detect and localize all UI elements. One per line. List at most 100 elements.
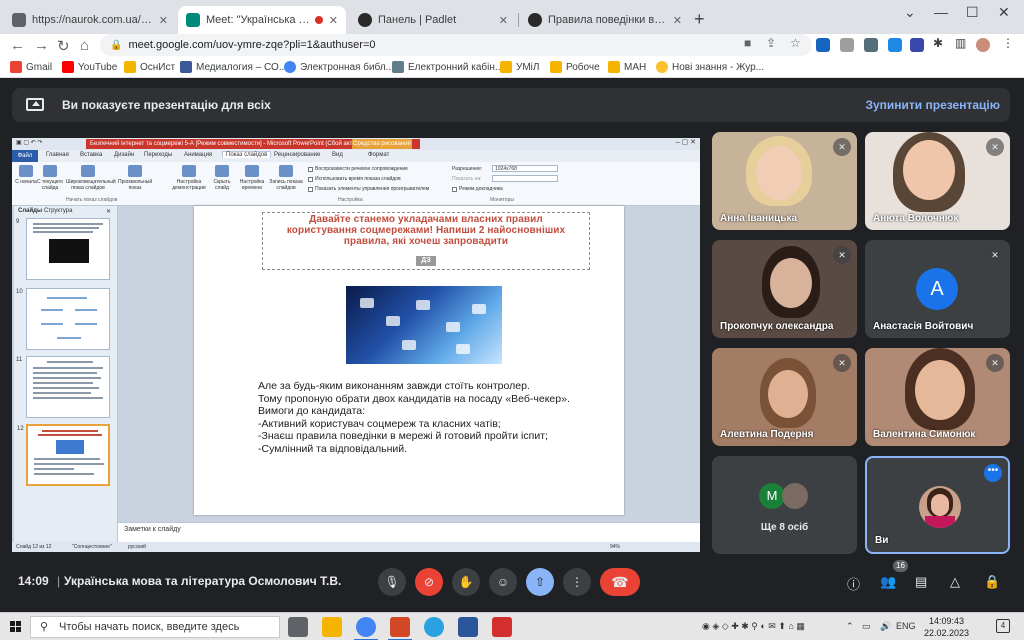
bookmark-novi-znannya[interactable]: Нові знання - Жур... bbox=[656, 61, 764, 73]
participant-tile[interactable]: ✕ Анюта Волочнюк bbox=[865, 132, 1010, 230]
tab-meet[interactable]: Meet: "Українська мова та л ✕ bbox=[178, 6, 346, 34]
more-options-button[interactable]: ⋮ bbox=[563, 568, 591, 596]
stop-presenting-button[interactable]: Зупинити презентацію bbox=[865, 98, 1000, 112]
more-participants-tile[interactable]: M Ще 8 осіб bbox=[712, 456, 857, 554]
close-icon[interactable]: ✕ bbox=[499, 14, 508, 27]
bookmarks-bar: Gmail YouTube ОснИст Медиалогия – СО... … bbox=[0, 58, 1024, 78]
close-icon[interactable]: ✕ bbox=[159, 14, 168, 27]
participant-name: Прокопчук олександра bbox=[720, 321, 834, 332]
more-options-icon[interactable]: ••• bbox=[984, 464, 1002, 482]
extension-icon[interactable] bbox=[910, 38, 924, 52]
powerpoint-icon[interactable] bbox=[388, 617, 412, 640]
social-media-image bbox=[346, 286, 502, 364]
tray-icons[interactable]: ◉ ◈ ◇ ✚ ✱ ⚲ ◐ ✉ ⬆ ⌂ ▦ bbox=[702, 621, 805, 632]
raise-hand-button[interactable]: ✋ bbox=[452, 568, 480, 596]
microphone-button[interactable]: 🎙 bbox=[378, 568, 406, 596]
tab-padlet[interactable]: Панель | Padlet ✕ bbox=[350, 6, 516, 34]
chat-icon[interactable]: ▤ bbox=[915, 574, 927, 590]
leave-call-button[interactable]: ☎ bbox=[600, 568, 640, 596]
browser-tab-strip: https://naurok.com.ua/test/realti ✕ Meet… bbox=[0, 0, 1024, 34]
microphone-icon: 🎙 bbox=[384, 575, 400, 589]
extension-icon[interactable] bbox=[840, 38, 854, 52]
ppt-tab-home: Главная bbox=[46, 152, 69, 158]
reload-icon[interactable]: ↻ bbox=[57, 37, 70, 55]
acrobat-icon[interactable] bbox=[492, 617, 512, 637]
meeting-info-icon[interactable]: ⓘ bbox=[847, 574, 860, 593]
maximize-icon[interactable]: ☐ bbox=[966, 4, 979, 21]
puzzle-icon[interactable]: ✱ bbox=[933, 36, 943, 50]
back-icon[interactable]: ← bbox=[10, 37, 25, 54]
chevron-down-icon[interactable]: ⌄ bbox=[904, 4, 916, 21]
youtube-icon bbox=[62, 61, 74, 73]
chevron-up-icon[interactable]: ⌃ bbox=[846, 621, 854, 632]
ppt-slide: Давайте станемо укладачами власних прави… bbox=[194, 206, 624, 515]
participant-tile[interactable]: ✕ Анна Іваницька bbox=[712, 132, 857, 230]
ppt-group-start: Начать показ слайдов bbox=[66, 197, 118, 203]
padlet-icon bbox=[358, 13, 372, 27]
slide-body-text: Але за будь-яким виконанням завжди стоїт… bbox=[258, 380, 570, 455]
ppt-tab-transitions: Переходы bbox=[144, 152, 173, 158]
self-tile[interactable]: ••• Ви bbox=[865, 456, 1010, 554]
share-icon[interactable]: ⇪ bbox=[766, 36, 776, 50]
bookmark-roboche[interactable]: Робоче bbox=[550, 61, 600, 73]
bookmark-library[interactable]: Электронная библ... bbox=[284, 61, 394, 73]
ppt-setup-button: Настройка демонстрации bbox=[172, 165, 206, 191]
close-icon[interactable]: ✕ bbox=[329, 14, 338, 27]
ppt-controls-checkbox: Показать элементы управления проигрывате… bbox=[308, 186, 429, 192]
url-text: meet.google.com/uov-ymre-zqe?pli=1&authu… bbox=[128, 39, 376, 51]
bookmark-osnist[interactable]: ОснИст bbox=[124, 61, 175, 73]
participant-tile[interactable]: ✕ Валентина Симонюк bbox=[865, 348, 1010, 446]
participant-tile[interactable]: A ✕ Анастасія Войтович bbox=[865, 240, 1010, 338]
notifications-icon[interactable]: 4 bbox=[996, 619, 1010, 633]
bookmark-umil[interactable]: УМіЛ bbox=[500, 61, 539, 73]
taskbar-clock[interactable]: 14:09:43 22.02.2023 bbox=[924, 615, 969, 639]
extension-icon[interactable] bbox=[888, 38, 902, 52]
ppt-slide-thumbnail: 9 bbox=[16, 218, 110, 280]
forward-icon[interactable]: → bbox=[34, 37, 49, 54]
chrome-icon bbox=[284, 61, 296, 73]
ppt-slide-thumbnail-selected: 12 bbox=[17, 424, 110, 486]
bookmark-man[interactable]: МАН bbox=[608, 61, 646, 73]
host-controls-icon[interactable]: 🔒 bbox=[984, 574, 1000, 590]
avatar[interactable] bbox=[976, 38, 990, 52]
tab-naurok[interactable]: https://naurok.com.ua/test/realti ✕ bbox=[4, 6, 176, 34]
task-view-icon[interactable] bbox=[288, 617, 308, 637]
menu-dots-icon[interactable]: ⋮ bbox=[1002, 36, 1014, 50]
file-explorer-icon[interactable] bbox=[322, 617, 342, 637]
extension-icon[interactable] bbox=[816, 38, 830, 52]
camera-icon[interactable]: ■ bbox=[744, 36, 751, 50]
reactions-button[interactable]: ☺ bbox=[489, 568, 517, 596]
bookmark-medialogia[interactable]: Медиалогия – СО... bbox=[180, 61, 287, 73]
camera-off-button[interactable]: ⊘ bbox=[415, 568, 443, 596]
network-icon[interactable]: ▭ bbox=[862, 621, 871, 632]
minimize-icon[interactable]: — bbox=[934, 4, 948, 20]
present-screen-button[interactable]: ⇧ bbox=[526, 568, 554, 596]
windows-start-icon[interactable] bbox=[10, 621, 22, 633]
people-icon[interactable]: 👥 bbox=[880, 574, 896, 590]
close-icon[interactable]: ✕ bbox=[673, 14, 682, 27]
volume-icon[interactable]: 🔊 bbox=[880, 621, 891, 632]
close-window-icon[interactable]: ✕ bbox=[998, 4, 1010, 21]
word-icon[interactable] bbox=[458, 617, 478, 637]
tab-rules[interactable]: Правила поведінки в мережі уч ✕ bbox=[520, 6, 690, 34]
extension-icon[interactable] bbox=[864, 38, 878, 52]
slide-title: Давайте станемо укладачами власних прави… bbox=[286, 214, 566, 247]
bookmark-gmail[interactable]: Gmail bbox=[10, 61, 52, 73]
language-indicator[interactable]: ENG bbox=[896, 621, 916, 631]
activities-icon[interactable]: △ bbox=[950, 574, 960, 590]
bookmark-cabinet[interactable]: Електронний кабін... bbox=[392, 61, 503, 73]
new-tab-icon[interactable]: + bbox=[694, 9, 705, 30]
participant-tile[interactable]: ✕ Прокопчук олександра bbox=[712, 240, 857, 338]
taskbar-search-input[interactable]: ⚲ Чтобы начать поиск, введите здесь bbox=[30, 616, 280, 638]
telegram-icon[interactable] bbox=[424, 617, 444, 637]
home-icon[interactable]: ⌂ bbox=[80, 37, 89, 54]
bookmark-star-icon[interactable]: ☆ bbox=[790, 36, 801, 50]
folder-icon bbox=[608, 61, 620, 73]
ppt-group-setup: Настройка bbox=[338, 197, 363, 203]
chrome-icon[interactable] bbox=[354, 617, 378, 640]
sidebar-icon[interactable]: ▥ bbox=[955, 36, 966, 50]
participant-tile[interactable]: ✕ Алевтина Подерня bbox=[712, 348, 857, 446]
bookmark-youtube[interactable]: YouTube bbox=[62, 61, 117, 73]
address-bar[interactable]: 🔒 meet.google.com/uov-ymre-zqe?pli=1&aut… bbox=[100, 34, 812, 56]
recording-dot-icon bbox=[314, 16, 323, 24]
